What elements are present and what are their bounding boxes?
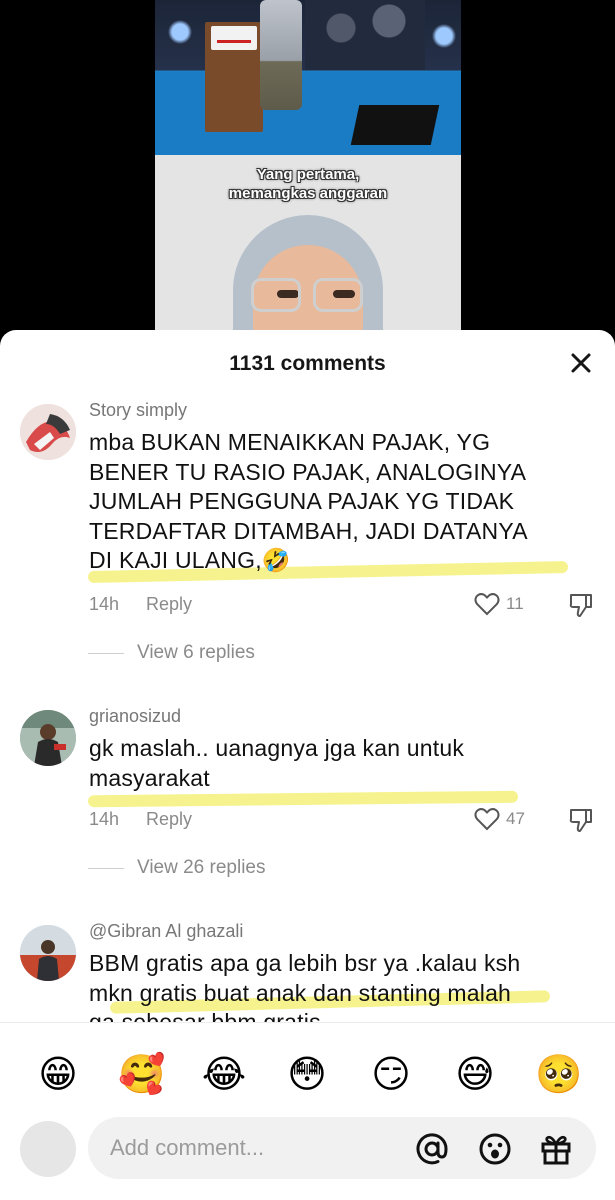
at-icon xyxy=(416,1133,448,1165)
video-caption: Yang pertama, memangkas anggaran xyxy=(228,166,388,202)
quick-emoji-smirk[interactable]: 😏 xyxy=(368,1051,414,1097)
quick-emoji-joy[interactable]: 😂 xyxy=(201,1051,247,1097)
comment-username[interactable]: grianosizud xyxy=(89,706,181,727)
comment-text: BBM gratis apa ga lebih bsr ya .kalau ks… xyxy=(89,950,521,1023)
like-button[interactable]: 47 xyxy=(474,807,525,831)
replies-divider xyxy=(88,653,124,654)
reply-button[interactable]: Reply xyxy=(146,809,192,830)
quick-emoji-grin[interactable]: 😁 xyxy=(35,1051,81,1097)
comment-composer: 😁 🥰 😂 😳 😏 😅 🥺 Add comment... xyxy=(0,1022,615,1200)
avatar[interactable] xyxy=(20,925,76,981)
close-icon xyxy=(571,353,591,373)
comments-count-title: 1131 comments xyxy=(229,352,386,375)
comment-time: 14h xyxy=(89,809,120,829)
thumbs-down-icon xyxy=(569,594,592,617)
video-frame-stage xyxy=(155,0,461,155)
thumbs-down-icon xyxy=(569,809,592,832)
close-button[interactable] xyxy=(565,347,597,379)
podium-sign xyxy=(211,26,257,50)
quick-emoji-hearts[interactable]: 🥰 xyxy=(118,1051,165,1097)
quick-emoji-pleading[interactable]: 🥺 xyxy=(535,1051,582,1097)
avatar[interactable] xyxy=(20,710,76,766)
reply-button[interactable]: Reply xyxy=(146,594,192,615)
avatar[interactable] xyxy=(20,404,76,460)
comment-text: mba BUKAN MENAIKKAN PAJAK, YG BENER TU R… xyxy=(89,429,528,573)
gift-icon xyxy=(541,1135,571,1165)
like-count: 47 xyxy=(506,809,525,828)
like-count: 11 xyxy=(506,594,524,613)
mention-button[interactable] xyxy=(414,1131,450,1167)
quick-emoji-flushed[interactable]: 😳 xyxy=(284,1051,330,1097)
my-avatar xyxy=(20,1121,76,1177)
drum-kit-image xyxy=(305,0,425,70)
comment-time: 14h xyxy=(89,594,120,614)
comment-username[interactable]: @Gibran Al ghazali xyxy=(89,921,243,942)
glasses-image xyxy=(251,278,367,314)
dislike-button[interactable] xyxy=(568,592,594,623)
stage-monitor-image xyxy=(350,105,440,145)
replies-divider xyxy=(88,868,124,869)
emoji-icon xyxy=(479,1133,511,1165)
comment-input-placeholder: Add comment... xyxy=(110,1135,265,1160)
speaker-image xyxy=(260,0,302,110)
heart-icon xyxy=(474,593,500,616)
comment-input[interactable]: Add comment... xyxy=(88,1117,596,1179)
quick-emoji-sweat-smile[interactable]: 😅 xyxy=(452,1051,498,1097)
view-replies-button[interactable]: View 6 replies xyxy=(137,642,255,664)
dislike-button[interactable] xyxy=(568,807,594,838)
heart-icon xyxy=(474,808,500,831)
comment-text: gk maslah.. uanagnya jga kan untuk masya… xyxy=(89,735,465,791)
gift-button[interactable] xyxy=(538,1131,574,1167)
like-button[interactable]: 11 xyxy=(474,592,524,616)
emoji-picker-button[interactable] xyxy=(477,1131,513,1167)
comment-username[interactable]: Story simply xyxy=(89,400,187,421)
view-replies-button[interactable]: View 26 replies xyxy=(137,857,266,879)
video-player[interactable]: Yang pertama, memangkas anggaran xyxy=(155,0,461,350)
